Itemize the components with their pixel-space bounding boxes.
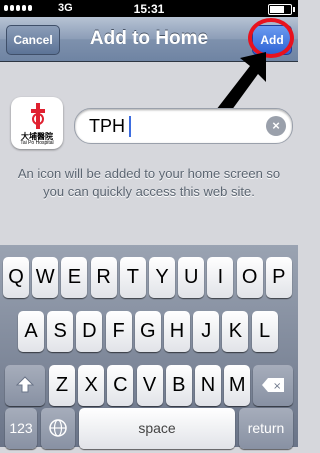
- hospital-logo-icon: [31, 103, 45, 129]
- backspace-icon[interactable]: ×: [253, 365, 293, 406]
- return-key[interactable]: return: [239, 408, 293, 449]
- key-x[interactable]: X: [78, 365, 105, 406]
- key-l[interactable]: L: [251, 311, 278, 352]
- key-h[interactable]: H: [164, 311, 190, 352]
- page-title: Add to Home: [89, 28, 209, 49]
- svg-text:×: ×: [273, 381, 281, 392]
- key-m[interactable]: M: [224, 365, 251, 406]
- keyboard: × 123 space return QWERTYUIOP ASDFGHJKL ZX…: [0, 245, 298, 449]
- status-bar: 3G 15:31: [0, 0, 298, 17]
- key-y[interactable]: Y: [149, 257, 175, 298]
- globe-icon[interactable]: [41, 408, 75, 449]
- key-a[interactable]: A: [18, 311, 44, 352]
- key-j[interactable]: J: [193, 311, 220, 352]
- key-s[interactable]: S: [47, 311, 74, 352]
- key-k[interactable]: K: [222, 311, 249, 352]
- key-o[interactable]: O: [236, 257, 263, 298]
- shift-arrow-icon[interactable]: [5, 365, 45, 406]
- clock: 15:31: [133, 2, 165, 16]
- key-u[interactable]: U: [178, 257, 205, 298]
- app-icon-name-en: Tai Po Hospital: [20, 140, 54, 146]
- key-t[interactable]: T: [119, 257, 146, 298]
- numbers-key[interactable]: 123: [5, 408, 37, 449]
- key-w[interactable]: W: [32, 257, 59, 298]
- key-d[interactable]: D: [76, 311, 103, 352]
- key-b[interactable]: B: [165, 365, 192, 406]
- key-e[interactable]: E: [61, 257, 88, 298]
- battery-icon: [268, 4, 295, 15]
- key-g[interactable]: G: [134, 311, 161, 352]
- key-z[interactable]: Z: [49, 365, 75, 406]
- key-f[interactable]: F: [105, 311, 132, 352]
- shortcut-name-field[interactable]: TPH ×: [74, 108, 293, 144]
- space-key[interactable]: space: [79, 408, 235, 449]
- text-caret: [129, 116, 131, 137]
- key-p[interactable]: P: [265, 257, 292, 298]
- shortcut-name-value: TPH: [89, 116, 125, 136]
- clear-icon[interactable]: ×: [266, 116, 286, 136]
- key-r[interactable]: R: [90, 257, 117, 298]
- app-icon: 大埔醫院 Tai Po Hospital: [11, 97, 63, 149]
- hint-text: An icon will be added to your home scree…: [17, 166, 281, 199]
- cancel-button[interactable]: Cancel: [6, 25, 60, 55]
- key-q[interactable]: Q: [3, 257, 29, 298]
- key-c[interactable]: C: [107, 365, 134, 406]
- key-n[interactable]: N: [195, 365, 221, 406]
- key-v[interactable]: V: [136, 365, 163, 406]
- key-i[interactable]: I: [207, 257, 234, 298]
